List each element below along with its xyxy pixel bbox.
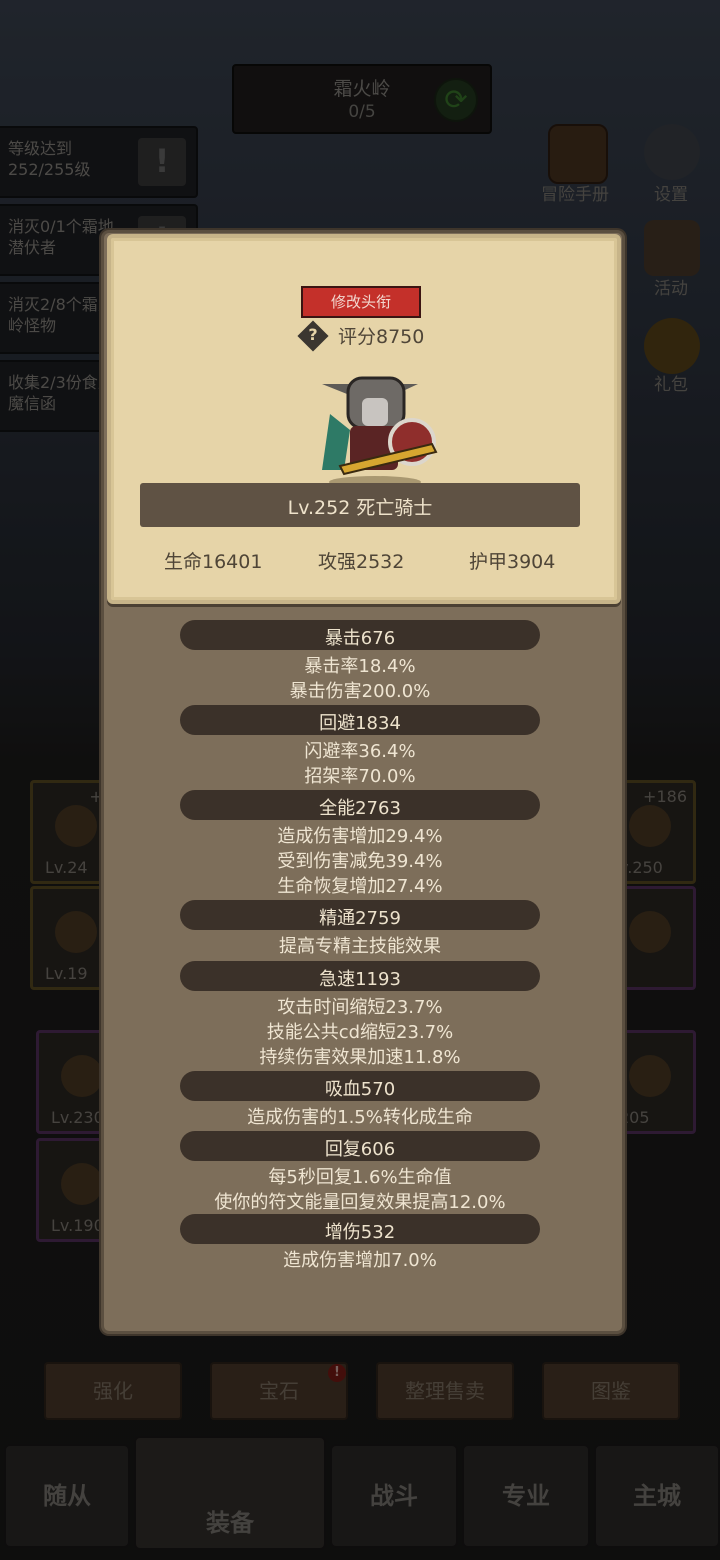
stat-section-header: 回复606 bbox=[180, 1131, 540, 1161]
edit-title-button[interactable]: 修改头衔 bbox=[301, 286, 421, 318]
stat-detail: 造成伤害增加29.4% bbox=[277, 826, 443, 847]
stat-detail: 造成伤害增加7.0% bbox=[283, 1250, 437, 1271]
section-label: 增伤532 bbox=[324, 1222, 396, 1243]
character-portrait bbox=[322, 376, 438, 488]
stat-section-header: 急速1193 bbox=[180, 961, 540, 991]
stat-attack-power: 攻强2532 bbox=[318, 551, 405, 573]
stat-detail: 持续伤害效果加速11.8% bbox=[259, 1047, 461, 1068]
section-label: 急速1193 bbox=[319, 969, 401, 990]
stat-section-header: 精通2759 bbox=[180, 900, 540, 930]
section-label: 回避1834 bbox=[319, 713, 401, 734]
stat-detail: 闪避率36.4% bbox=[304, 741, 416, 762]
section-label: 吸血570 bbox=[324, 1079, 396, 1100]
character-face bbox=[362, 398, 388, 426]
section-label: 回复606 bbox=[324, 1139, 396, 1160]
character-name-band: Lv.252 死亡骑士 bbox=[140, 483, 580, 527]
stat-detail: 技能公共cd缩短23.7% bbox=[266, 1022, 454, 1043]
help-mark: ? bbox=[308, 325, 318, 344]
score-text: 评分8750 bbox=[338, 326, 425, 348]
section-label: 全能2763 bbox=[319, 798, 401, 819]
section-label: 精通2759 bbox=[319, 908, 401, 929]
stat-detail: 受到伤害减免39.4% bbox=[277, 851, 443, 872]
stat-section-header: 回避1834 bbox=[180, 705, 540, 735]
stat-detail: 使你的符文能量回复效果提高12.0% bbox=[214, 1192, 506, 1213]
character-name: Lv.252 死亡骑士 bbox=[287, 497, 433, 519]
stat-detail: 每5秒回复1.6%生命值 bbox=[268, 1167, 452, 1188]
stat-detail: 造成伤害的1.5%转化成生命 bbox=[247, 1107, 473, 1128]
stat-armor: 护甲3904 bbox=[469, 551, 556, 573]
stat-section-header: 暴击676 bbox=[180, 620, 540, 650]
stat-detail: 招架率70.0% bbox=[304, 766, 416, 787]
stat-detail: 攻击时间缩短23.7% bbox=[277, 997, 443, 1018]
stat-hp: 生命16401 bbox=[164, 551, 263, 573]
section-label: 暴击676 bbox=[324, 628, 396, 649]
stat-section-header: 吸血570 bbox=[180, 1071, 540, 1101]
stat-section-header: 增伤532 bbox=[180, 1214, 540, 1244]
stat-detail: 生命恢复增加27.4% bbox=[277, 876, 443, 897]
stat-detail: 提高专精主技能效果 bbox=[279, 936, 441, 957]
stat-section-header: 全能2763 bbox=[180, 790, 540, 820]
stat-detail: 暴击伤害200.0% bbox=[289, 681, 431, 702]
character-cloak bbox=[322, 414, 350, 470]
help-icon[interactable]: ? bbox=[297, 320, 329, 352]
stat-detail: 暴击率18.4% bbox=[304, 656, 416, 677]
